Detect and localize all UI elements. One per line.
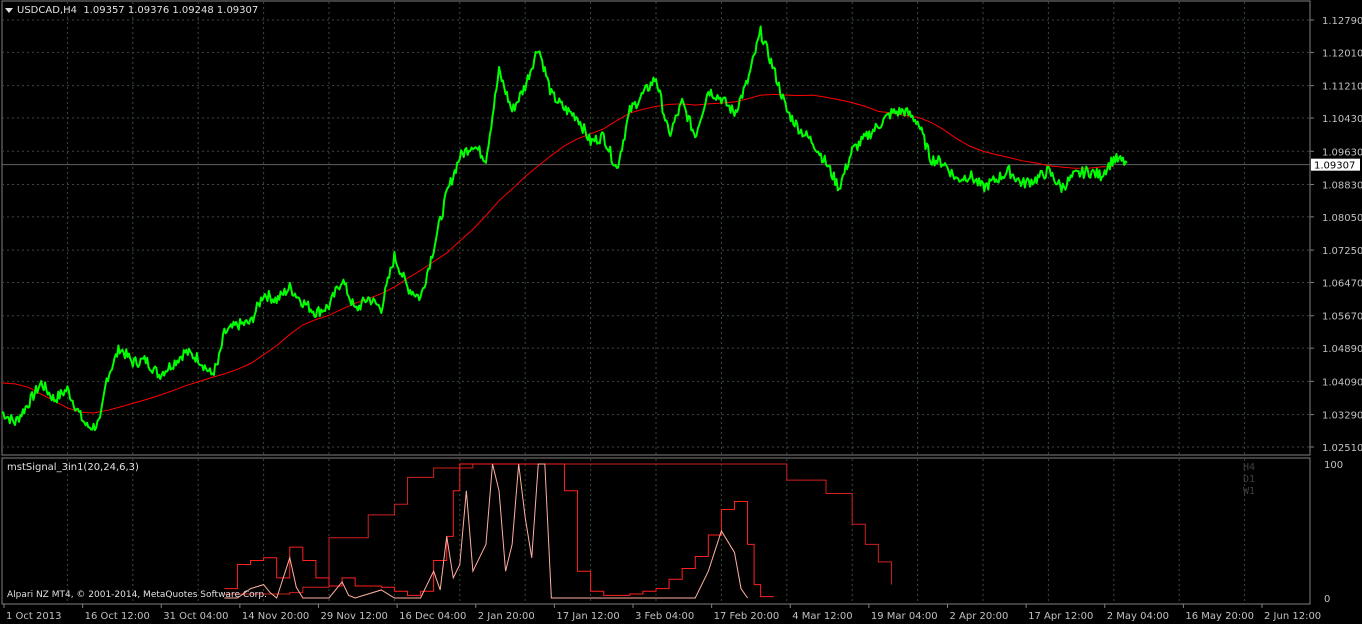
indicator-y-tick-label: 100 [1324,460,1343,471]
chart-header: USDCAD,H4 1.09357 1.09376 1.09248 1.0930… [5,5,258,16]
indicator-y-tick-label: 0 [1324,594,1330,605]
y-tick-label: 1.04890 [1322,344,1362,355]
x-tick-label: 17 Feb 20:00 [714,611,780,622]
chevron-down-icon[interactable] [5,7,13,13]
y-tick-label: 1.02510 [1322,443,1362,454]
timeframe-legend: H4 D1 W1 [1243,462,1255,498]
y-tick-label: 1.10430 [1322,114,1362,125]
x-tick-label: 16 Oct 12:00 [85,611,150,622]
y-tick-label: 1.04090 [1322,377,1362,388]
x-tick-label: 4 Mar 12:00 [792,611,852,622]
y-tick-label: 1.05670 [1322,312,1362,323]
x-tick-label: 29 Nov 12:00 [321,611,388,622]
y-tick-label: 1.08830 [1322,180,1362,191]
price-chart[interactable]: 1.12790 1.12010 1.11210 1.10430 1.09630 1.088… [0,0,1362,624]
x-tick-label: 1 Oct 2013 [6,611,61,622]
x-tick-label: 16 Dec 04:00 [399,611,466,622]
copyright-text: Alpari NZ MT4, © 2001-2014, MetaQuotes S… [7,590,267,600]
y-tick-label: 1.06470 [1322,279,1362,290]
timeframe-d1: D1 [1243,474,1256,485]
x-tick-label: 31 Oct 04:00 [163,611,228,622]
x-tick-label: 14 Nov 20:00 [242,611,309,622]
x-tick-label: 17 Jan 12:00 [556,611,619,622]
y-tick-label: 1.07250 [1322,246,1362,257]
ohlc-values: 1.09357 1.09376 1.09248 1.09307 [83,5,259,16]
y-tick-label: 1.12790 [1322,16,1362,27]
x-tick-label: 2 Jun 12:00 [1264,611,1321,622]
y-tick-label: 1.11210 [1322,82,1362,93]
x-tick-label: 2 Jan 20:00 [478,611,535,622]
symbol-label: USDCAD,H4 [17,5,77,16]
x-tick-label: 19 Mar 04:00 [871,611,938,622]
y-tick-label: 1.12010 [1322,48,1362,59]
x-tick-label: 3 Feb 04:00 [635,611,694,622]
price-line [1,25,1128,432]
y-tick-label: 1.08050 [1322,213,1362,224]
indicator-label: mstSignal_3in1(20,24,6,3) [7,462,139,473]
y-tick-label: 1.03290 [1322,411,1362,422]
indicator-w1-line [224,463,892,595]
timeframe-h4: H4 [1243,462,1256,473]
current-price-label: 1.09307 [1314,161,1355,172]
indicator-h4-line [224,463,748,599]
x-tick-label: 2 May 04:00 [1107,611,1169,622]
timeframe-w1: W1 [1243,486,1256,497]
y-tick-label: 1.09630 [1322,147,1362,158]
x-tick-label: 17 Apr 12:00 [1028,611,1093,622]
indicator-d1-line [224,463,774,598]
x-tick-label: 2 Apr 20:00 [950,611,1009,622]
x-tick-label: 16 May 20:00 [1185,611,1254,622]
